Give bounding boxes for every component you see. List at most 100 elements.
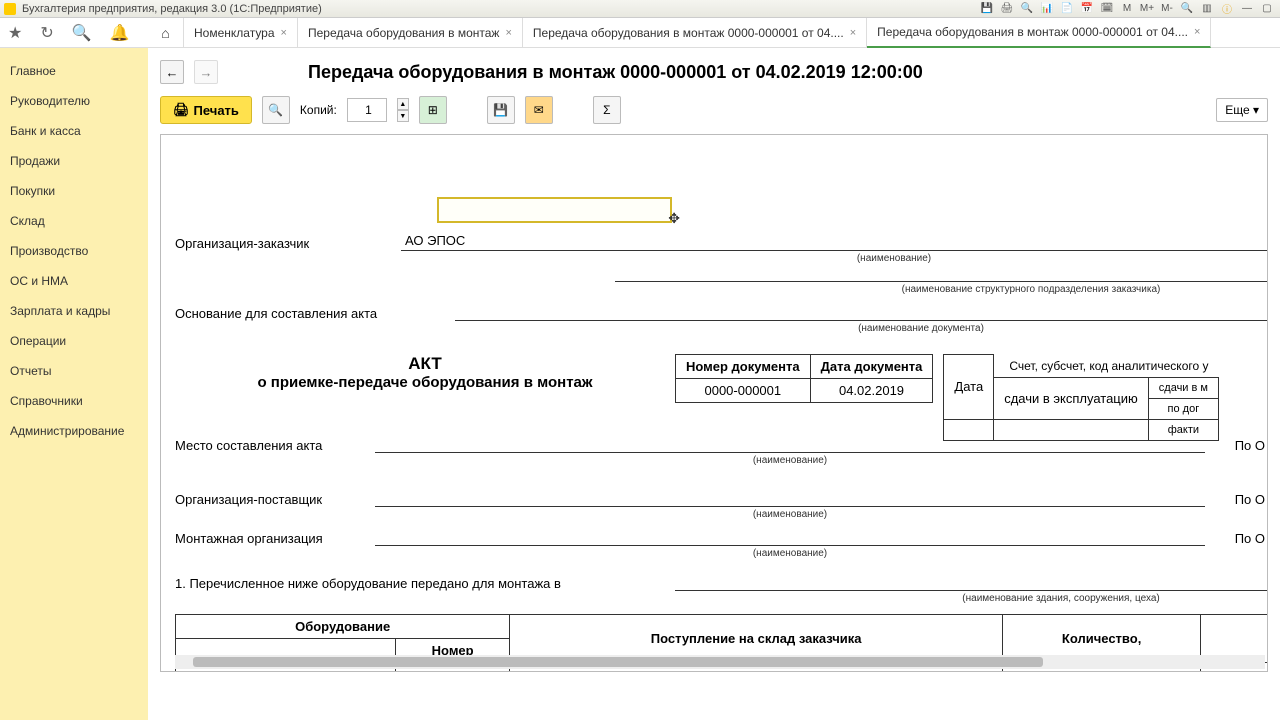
sidebar-item-reports[interactable]: Отчеты — [0, 356, 148, 386]
spin-up[interactable]: ▲ — [397, 98, 409, 110]
org-customer-label: Организация-заказчик — [175, 236, 401, 251]
tab-3[interactable]: Передача оборудования в монтаж 0000-0000… — [867, 18, 1211, 48]
zoom-icon[interactable]: 🔍 — [1178, 2, 1196, 16]
sidebar: Главное Руководителю Банк и касса Продаж… — [0, 48, 148, 720]
akt-row: АКТ о приемке-передаче оборудования в мо… — [175, 354, 1268, 441]
close-icon[interactable]: × — [281, 27, 287, 39]
org-customer-value[interactable]: АО ЭПОС — [401, 233, 1268, 251]
forward-button[interactable]: → — [194, 60, 218, 84]
po-label: По О — [175, 466, 1268, 481]
tab-home[interactable]: ⌂ — [148, 18, 184, 48]
tab-label: Передача оборудования в монтаж 0000-0000… — [533, 26, 844, 40]
org-customer-row: Организация-заказчик АО ЭПОС По О — [175, 233, 1268, 251]
list-intro: 1. Перечисленное ниже оборудование перед… — [175, 576, 675, 591]
spin-down[interactable]: ▼ — [397, 110, 409, 122]
th-num: Номер документа — [676, 355, 811, 379]
copies-input[interactable] — [347, 98, 387, 122]
save-button[interactable]: 💾 — [487, 96, 515, 124]
po-label: По О — [1205, 438, 1265, 453]
preview-button[interactable]: 🔍 — [262, 96, 290, 124]
th-date: Дата документа — [810, 355, 933, 379]
sidebar-item-operations[interactable]: Операции — [0, 326, 148, 356]
caption: (наименование здания, сооружения, цеха) — [675, 593, 1268, 604]
m-minus-icon[interactable]: M- — [1158, 2, 1176, 16]
sidebar-item-main[interactable]: Главное — [0, 56, 148, 86]
m-plus-icon[interactable]: M+ — [1138, 2, 1156, 16]
date-label: Дата — [944, 355, 994, 420]
tab-bar: ⌂ Номенклатура× Передача оборудования в … — [148, 18, 1280, 48]
panel-icon[interactable]: ▥ — [1198, 2, 1216, 16]
info-icon[interactable]: ⓘ — [1218, 2, 1236, 16]
horizontal-scrollbar[interactable] — [175, 655, 1265, 669]
sidebar-item-salary[interactable]: Зарплата и кадры — [0, 296, 148, 326]
print-label: Печать — [194, 103, 239, 118]
place-value[interactable] — [375, 435, 1205, 453]
place-label: Место составления акта — [175, 438, 375, 453]
sidebar-item-sales[interactable]: Продажи — [0, 146, 148, 176]
m-icon[interactable]: M — [1118, 2, 1136, 16]
calc-icon[interactable]: 📊 — [1038, 2, 1056, 16]
min-icon[interactable]: — — [1238, 2, 1256, 16]
td-date[interactable]: 04.02.2019 — [810, 379, 933, 403]
more-button[interactable]: Еще ▾ — [1216, 98, 1268, 122]
close-icon[interactable]: × — [505, 27, 511, 39]
scrollbar-thumb[interactable] — [193, 657, 1043, 667]
date-table: Дата Счет, субсчет, код аналитического у… — [943, 354, 1219, 441]
place-row: Место составления акта По О — [175, 435, 1268, 453]
list-intro-row: 1. Перечисленное ниже оборудование перед… — [175, 573, 1268, 591]
sidebar-item-production[interactable]: Производство — [0, 236, 148, 266]
preview-icon[interactable]: 🔍 — [1018, 2, 1036, 16]
caption: (наименование документа) — [455, 323, 1268, 334]
max-icon[interactable]: ▢ — [1258, 2, 1276, 16]
app-logo — [4, 3, 16, 15]
tab-1[interactable]: Передача оборудования в монтаж× — [298, 18, 523, 48]
caption: (наименование) — [401, 253, 1268, 264]
mail-button[interactable]: ✉ — [525, 96, 553, 124]
akt-title: АКТ о приемке-передаче оборудования в мо… — [175, 354, 675, 391]
doc-icon[interactable]: 📄 — [1058, 2, 1076, 16]
supplier-value[interactable] — [375, 489, 1205, 507]
supplier-row: Организация-поставщик По О — [175, 489, 1268, 507]
sum-button[interactable]: Σ — [593, 96, 621, 124]
montage-value[interactable] — [375, 528, 1205, 546]
calendar-icon[interactable]: 📅 — [1078, 2, 1096, 16]
sidebar-item-warehouse[interactable]: Склад — [0, 206, 148, 236]
caption: (наименование) — [375, 455, 1205, 466]
search-icon[interactable]: 🔍 — [72, 23, 92, 43]
building-value[interactable] — [675, 573, 1268, 591]
save-icon[interactable]: 💾 — [978, 2, 996, 16]
print-button[interactable]: 🖨 Печать — [160, 96, 252, 124]
tab-0[interactable]: Номенклатура× — [184, 18, 298, 48]
basis-value[interactable] — [455, 303, 1268, 321]
calendar2-icon[interactable]: 🗓 — [1098, 2, 1116, 16]
tab-2[interactable]: Передача оборудования в монтаж 0000-0000… — [523, 18, 867, 48]
caption: (наименование структурного подразделения… — [615, 284, 1268, 295]
sidebar-item-os[interactable]: ОС и НМА — [0, 266, 148, 296]
table-button[interactable]: ⊞ — [419, 96, 447, 124]
close-icon[interactable]: × — [850, 27, 856, 39]
struct-underline[interactable] — [615, 264, 1268, 282]
montage-label: Монтажная организация — [175, 531, 375, 546]
sidebar-item-admin[interactable]: Администрирование — [0, 416, 148, 446]
sidebar-item-refs[interactable]: Справочники — [0, 386, 148, 416]
selected-cell[interactable]: ✥ — [437, 197, 672, 223]
montage-row: Монтажная организация По О — [175, 528, 1268, 546]
sidebar-item-purchases[interactable]: Покупки — [0, 176, 148, 206]
account-label: Счет, субсчет, код аналитического у — [994, 355, 1219, 378]
print-icon[interactable]: 🖨 — [998, 2, 1016, 16]
po-label: По О — [1205, 531, 1265, 546]
notifications-icon[interactable]: 🔔 — [110, 23, 130, 43]
basis-label: Основание для составления акта — [175, 306, 455, 321]
favorite-icon[interactable]: ★ — [8, 23, 22, 43]
copies-spinner[interactable]: ▲▼ — [397, 98, 409, 122]
close-icon[interactable]: × — [1194, 26, 1200, 38]
sidebar-item-bank[interactable]: Банк и касса — [0, 116, 148, 146]
po-dog: по дог — [1148, 398, 1218, 419]
back-button[interactable]: ← — [160, 60, 184, 84]
history-icon[interactable]: ↻ — [40, 23, 53, 43]
sidebar-item-manager[interactable]: Руководителю — [0, 86, 148, 116]
td-num[interactable]: 0000-000001 — [676, 379, 811, 403]
basis-row: Основание для составления акта н — [175, 303, 1268, 321]
resize-handle[interactable]: ✥ — [668, 210, 680, 227]
copies-label: Копий: — [300, 103, 337, 117]
